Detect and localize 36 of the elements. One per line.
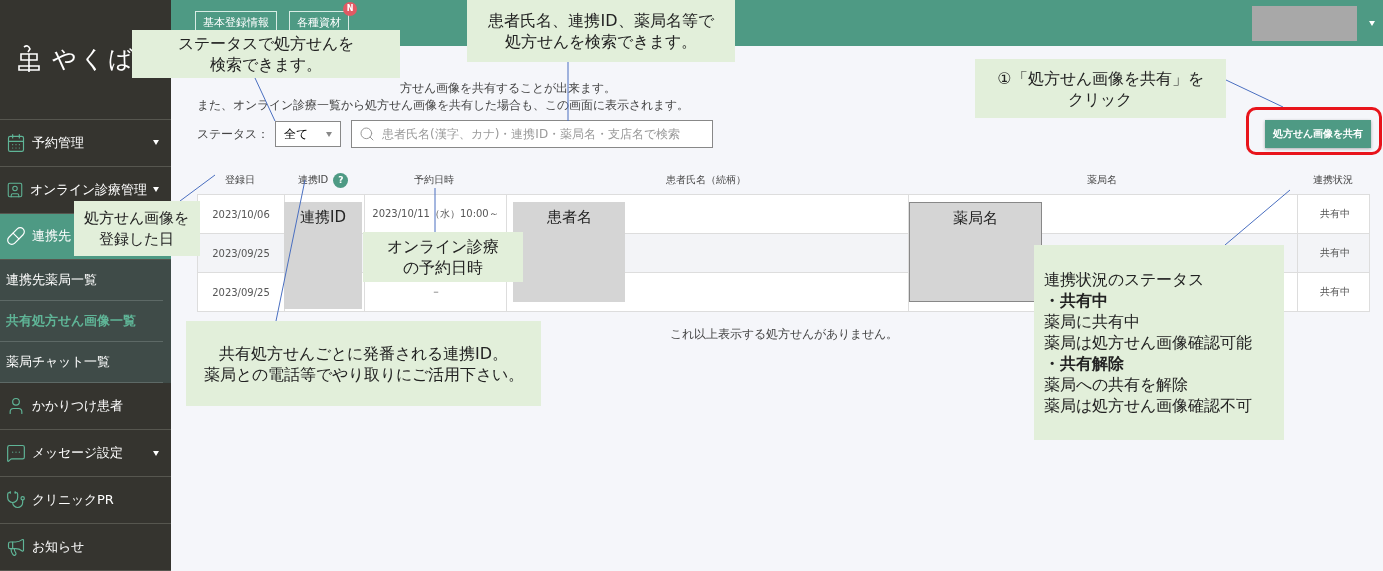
callout-text: ステータスで処方せんを検索できます。 [178, 34, 354, 74]
table-cell: 2023/09/25 [212, 247, 270, 259]
masked-field: 患者名 [513, 202, 625, 302]
column-header: 登録日 [225, 173, 255, 187]
logo-text: やくば [51, 44, 136, 76]
table-cell: 2023/10/11（水）10:00～ [372, 207, 499, 221]
callout-text: ・共有解除 [1044, 353, 1124, 374]
table-cell: 共有中 [1319, 207, 1350, 221]
table-cell: 2023/10/06 [212, 208, 270, 220]
callout-text: 薬局への共有を解除 [1044, 374, 1188, 395]
callout-text: ①「処方せん画像を共有」をクリック [997, 68, 1204, 109]
column-header: 連携状況 [1313, 173, 1353, 187]
callout-text: 薬局は処方せん画像確認可能 [1044, 332, 1252, 353]
column-header: 予約日時 [414, 173, 454, 187]
callout-text: 連携状況のステータス [1044, 269, 1204, 290]
table-cell: 共有中 [1319, 285, 1350, 299]
column-header: 薬局名 [1086, 173, 1117, 187]
callout-text: オンライン診療の予約日時 [387, 237, 499, 277]
column-header: 患者氏名（続柄） [666, 173, 746, 187]
callout-text: ・共有中 [1044, 290, 1108, 311]
intro-text: また、オンライン診療一覧から処方せん画像を共有した場合も、この画面に表示されます。 [197, 98, 689, 112]
status-label: ステータス： [197, 125, 269, 143]
intro-text: 方せん画像を共有することが出来ます。 [400, 81, 616, 95]
table-cell: 共有中 [1319, 246, 1350, 260]
callout-text: 薬局との電話等でやり取りにご活用下さい。 [203, 363, 524, 385]
table-cell: － [430, 285, 441, 299]
callout-text: 薬局は処方せん画像確認不可 [1044, 395, 1252, 416]
new-badge: N [343, 1, 357, 16]
masked-field: 連携ID [284, 202, 362, 309]
callout-text: 薬局に共有中 [1044, 311, 1140, 332]
masked-field: 薬局名 [909, 202, 1042, 302]
empty-note: これ以上表示する処方せんがありません。 [669, 327, 898, 341]
table-cell: 2023/09/25 [212, 286, 270, 298]
column-header: 連携ID [297, 173, 329, 187]
callout-text: 患者氏名、連携ID、薬局名等で処方せんを検索できます。 [488, 11, 714, 51]
callout-text: 共有処方せんごとに発番される連携ID。 [218, 342, 508, 364]
